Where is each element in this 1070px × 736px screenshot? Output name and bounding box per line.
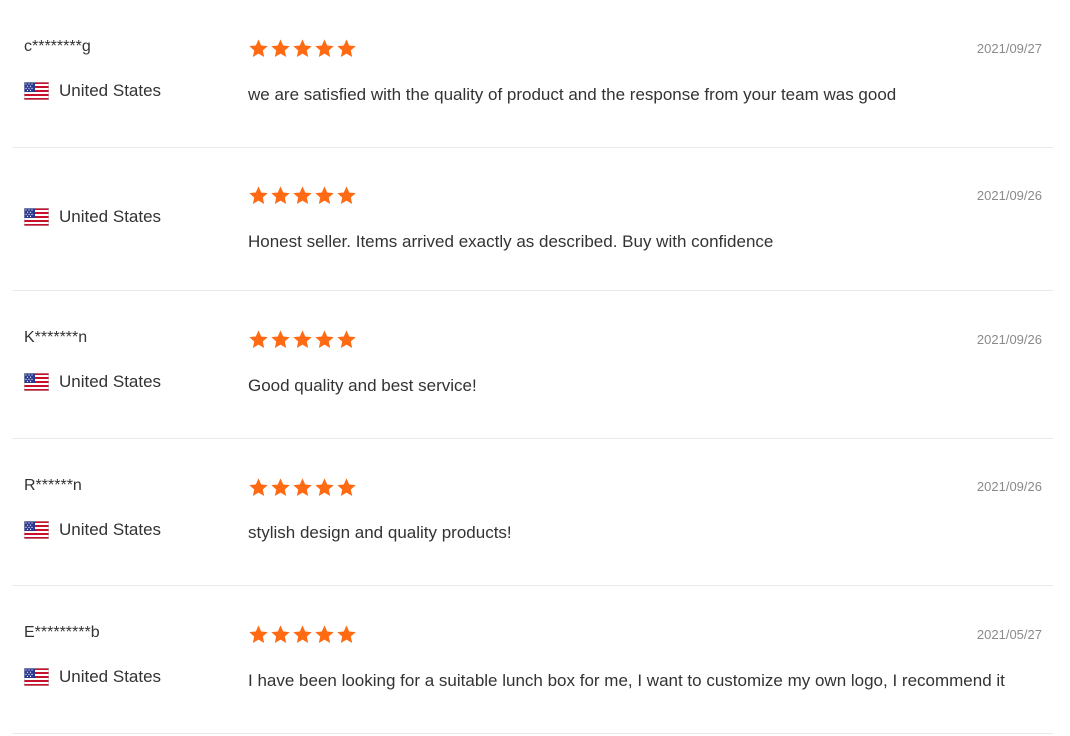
star-icon	[248, 624, 269, 645]
review-date: 2021/09/26	[976, 188, 1042, 203]
star-icon	[270, 624, 291, 645]
star-icon	[270, 329, 291, 350]
country-name: United States	[59, 207, 162, 226]
us-flag-icon	[24, 521, 49, 539]
us-flag-icon	[24, 208, 49, 226]
star-icon	[292, 477, 313, 498]
star-icon	[248, 329, 269, 350]
star-icon	[336, 38, 357, 59]
country-name: United States	[59, 81, 162, 100]
star-icon	[336, 624, 357, 645]
country-name: United States	[59, 520, 162, 539]
review-comment: stylish design and quality products!	[248, 523, 512, 542]
reviewer-country: United States	[24, 666, 161, 688]
reviewer-name: c********g	[24, 38, 91, 55]
star-icon	[314, 477, 335, 498]
reviewer-country: United States	[24, 371, 161, 393]
star-icon	[314, 624, 335, 645]
review-item: c********g United States 2021/09/27 we a…	[12, 0, 1053, 148]
reviewer-country: United States	[24, 206, 161, 228]
review-item: K*******n United States 2021/09/26 Good …	[12, 291, 1053, 439]
country-name: United States	[59, 667, 162, 686]
review-date: 2021/05/27	[976, 627, 1042, 642]
review-comment: we are satisfied with the quality of pro…	[248, 85, 897, 104]
review-comment: Good quality and best service!	[248, 376, 477, 395]
star-icon	[248, 477, 269, 498]
reviewer-name: E*********b	[24, 624, 100, 641]
review-comment: I have been looking for a suitable lunch…	[248, 671, 1005, 690]
star-icon	[270, 185, 291, 206]
review-item: E*********b United States 2021/05/27 I h…	[12, 586, 1053, 734]
us-flag-icon	[24, 82, 49, 100]
star-icon	[248, 185, 269, 206]
us-flag-icon	[24, 668, 49, 686]
review-date: 2021/09/26	[976, 479, 1042, 494]
review-list: c********g United States 2021/09/27 we a…	[12, 0, 1053, 734]
star-icon	[292, 38, 313, 59]
star-rating	[248, 477, 357, 498]
star-icon	[270, 477, 291, 498]
review-item: R******n United States 2021/09/26 stylis…	[12, 439, 1053, 586]
star-icon	[292, 624, 313, 645]
star-icon	[336, 329, 357, 350]
star-rating	[248, 185, 357, 206]
star-icon	[292, 329, 313, 350]
star-rating	[248, 329, 357, 350]
star-icon	[314, 329, 335, 350]
star-icon	[270, 38, 291, 59]
reviewer-name: R******n	[24, 477, 82, 494]
star-icon	[314, 38, 335, 59]
review-date: 2021/09/27	[976, 41, 1042, 56]
star-icon	[292, 185, 313, 206]
star-rating	[248, 38, 357, 59]
country-name: United States	[59, 372, 162, 391]
review-date: 2021/09/26	[976, 332, 1042, 347]
reviewer-name: K*******n	[24, 329, 88, 346]
star-icon	[248, 38, 269, 59]
star-rating	[248, 624, 357, 645]
reviewer-country: United States	[24, 519, 161, 541]
reviewer-country: United States	[24, 80, 161, 102]
star-icon	[314, 185, 335, 206]
star-icon	[336, 185, 357, 206]
us-flag-icon	[24, 373, 49, 391]
review-item: United States 2021/09/26 Honest seller. …	[12, 148, 1053, 291]
star-icon	[336, 477, 357, 498]
review-comment: Honest seller. Items arrived exactly as …	[248, 232, 774, 251]
